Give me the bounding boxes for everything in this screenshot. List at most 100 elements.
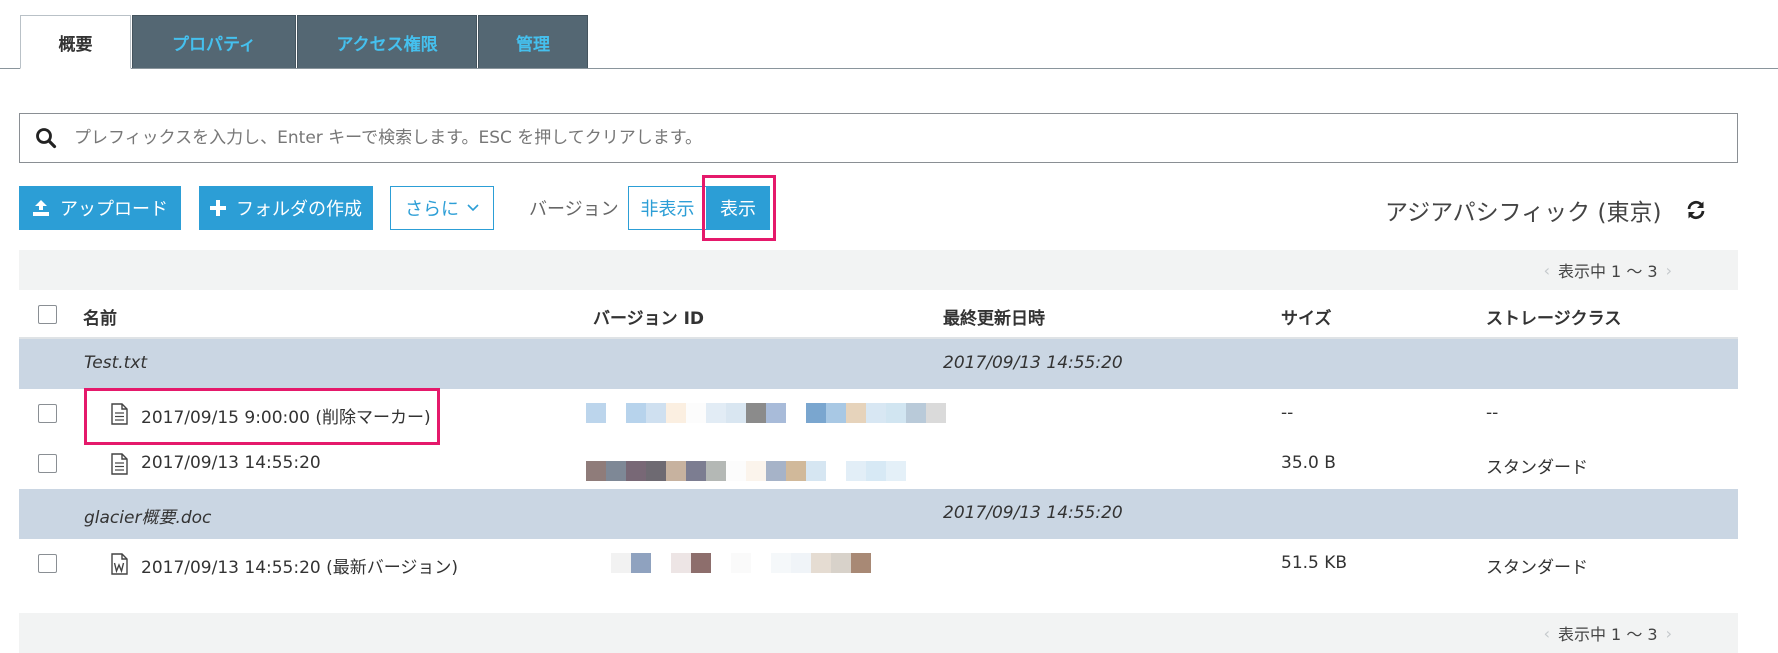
version-name[interactable]: 2017/09/13 14:55:20 (最新バージョン) — [141, 553, 458, 578]
row-checkbox[interactable] — [38, 404, 57, 423]
upload-button-label: アップロード — [60, 199, 168, 220]
chevron-left-icon[interactable]: ‹ — [1544, 624, 1550, 643]
search-icon — [36, 128, 57, 149]
tab-overview[interactable]: 概要 — [20, 15, 131, 69]
more-button-label: さらに — [405, 199, 459, 220]
redacted-block — [631, 553, 651, 573]
versions-hide-toggle[interactable]: 非表示 — [628, 186, 706, 230]
version-id-redacted — [586, 403, 946, 423]
version-name[interactable]: 2017/09/13 14:55:20 — [141, 453, 321, 473]
version-name[interactable]: 2017/09/15 9:00:00 (削除マーカー) — [141, 403, 431, 428]
redacted-block — [806, 461, 826, 481]
column-header-last-modified[interactable]: 最終更新日時 — [943, 304, 1045, 329]
region-label: アジアパシフィック (東京) — [1385, 200, 1662, 226]
upload-button[interactable]: アップロード — [19, 186, 181, 230]
column-header-version-id[interactable]: バージョン ID — [593, 304, 704, 329]
redacted-block — [586, 403, 606, 423]
table-header: 名前 バージョン ID 最終更新日時 サイズ ストレージクラス — [19, 290, 1738, 339]
version-row[interactable]: 2017/09/15 9:00:00 (削除マーカー) -- -- — [19, 389, 1738, 439]
redacted-block — [886, 403, 906, 423]
redacted-block — [606, 403, 626, 423]
redacted-block — [866, 461, 886, 481]
pager-text: 表示中 1 ～ 3 — [1557, 262, 1658, 281]
column-header-storage-class[interactable]: ストレージクラス — [1486, 304, 1621, 329]
pager-bottom: ‹ 表示中 1 ～ 3 › — [19, 613, 1738, 653]
more-dropdown-button[interactable]: さらに — [390, 186, 494, 230]
prefix-search-box — [19, 113, 1738, 163]
tab-bar: 概要 プロパティ アクセス権限 管理 — [0, 0, 1778, 70]
redacted-block — [646, 461, 666, 481]
redacted-block — [886, 461, 906, 481]
chevron-left-icon[interactable]: ‹ — [1544, 261, 1550, 280]
object-last-modified: 2017/09/13 14:55:20 — [943, 503, 1123, 523]
text-file-icon — [111, 403, 128, 425]
redacted-block — [611, 553, 631, 573]
redacted-block — [726, 403, 746, 423]
redacted-block — [646, 403, 666, 423]
column-header-size[interactable]: サイズ — [1281, 304, 1332, 329]
redacted-block — [826, 403, 846, 423]
version-id-redacted — [586, 461, 906, 481]
redacted-block — [791, 553, 811, 573]
refresh-icon[interactable] — [1686, 200, 1706, 220]
word-file-icon — [111, 553, 128, 575]
create-folder-button[interactable]: フォルダの作成 — [199, 186, 373, 230]
redacted-block — [626, 461, 646, 481]
version-size: 51.5 KB — [1281, 553, 1348, 573]
tab-permissions[interactable]: アクセス権限 — [297, 15, 477, 69]
row-checkbox[interactable] — [38, 454, 57, 473]
object-name: glacier概要.doc — [84, 508, 212, 528]
select-all-checkbox[interactable] — [38, 305, 57, 324]
redacted-block — [831, 553, 851, 573]
object-name: Test.txt — [84, 353, 148, 373]
redacted-block — [806, 403, 826, 423]
version-size: 35.0 B — [1281, 453, 1336, 473]
redacted-block — [586, 461, 606, 481]
tab-properties[interactable]: プロパティ — [132, 15, 296, 69]
redacted-block — [666, 461, 686, 481]
redacted-block — [766, 403, 786, 423]
version-row[interactable]: 2017/09/13 14:55:20 (最新バージョン) 51.5 KB スタ… — [19, 539, 1738, 589]
redacted-block — [746, 461, 766, 481]
chevron-right-icon[interactable]: › — [1666, 624, 1672, 643]
redacted-block — [706, 461, 726, 481]
text-file-icon — [111, 453, 128, 475]
column-header-name[interactable]: 名前 — [83, 304, 117, 329]
object-group-row[interactable]: glacier概要.doc 2017/09/13 14:55:20 — [19, 489, 1738, 539]
redacted-block — [706, 403, 726, 423]
plus-icon — [210, 200, 226, 216]
redacted-block — [731, 553, 751, 573]
redacted-block — [606, 461, 626, 481]
redacted-block — [771, 553, 791, 573]
pager-top: ‹ 表示中 1 ～ 3 › — [19, 250, 1738, 290]
redacted-block — [651, 553, 671, 573]
redacted-block — [811, 553, 831, 573]
redacted-block — [926, 403, 946, 423]
row-checkbox[interactable] — [38, 554, 57, 573]
version-toggle-label: バージョン — [529, 199, 619, 220]
redacted-block — [666, 403, 686, 423]
redacted-block — [866, 403, 886, 423]
create-folder-button-label: フォルダの作成 — [236, 199, 362, 220]
tab-management[interactable]: 管理 — [478, 15, 588, 69]
redacted-block — [591, 553, 611, 573]
redacted-block — [786, 403, 806, 423]
redacted-block — [766, 461, 786, 481]
version-storage-class: スタンダード — [1486, 558, 1588, 578]
object-group-row[interactable]: Test.txt 2017/09/13 14:55:20 — [19, 339, 1738, 389]
redacted-block — [691, 553, 711, 573]
redacted-block — [671, 553, 691, 573]
versions-show-toggle[interactable]: 表示 — [706, 186, 770, 230]
version-row[interactable]: 2017/09/13 14:55:20 35.0 B スタンダード — [19, 439, 1738, 489]
version-storage-class: -- — [1486, 403, 1499, 423]
version-storage-class: スタンダード — [1486, 458, 1588, 478]
redacted-block — [686, 403, 706, 423]
version-id-redacted — [591, 553, 871, 573]
redacted-block — [786, 461, 806, 481]
redacted-block — [726, 461, 746, 481]
search-input[interactable] — [72, 114, 1737, 162]
chevron-right-icon[interactable]: › — [1666, 261, 1672, 280]
version-size: -- — [1281, 403, 1294, 423]
redacted-block — [751, 553, 771, 573]
redacted-block — [846, 403, 866, 423]
